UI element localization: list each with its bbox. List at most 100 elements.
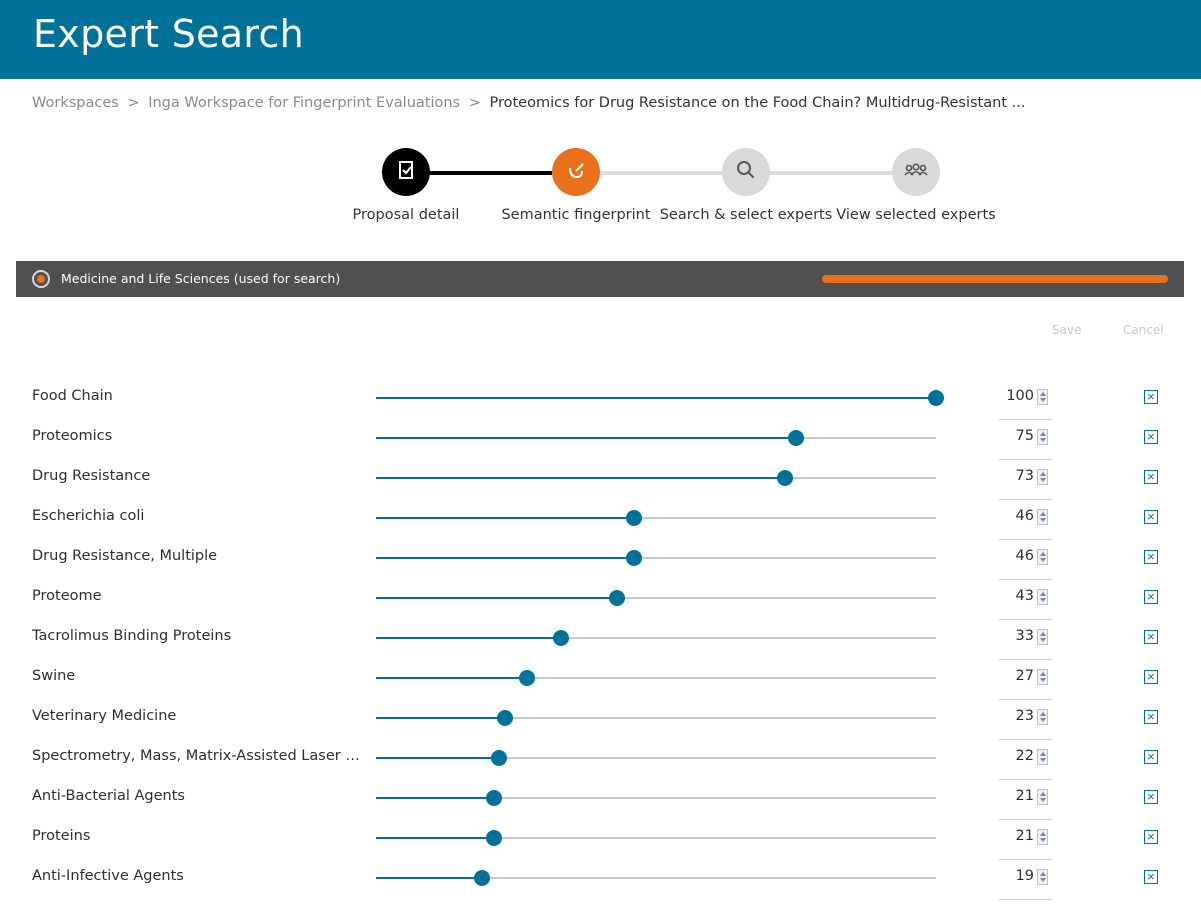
slider-handle[interactable] xyxy=(485,830,502,846)
weight-value: 33 xyxy=(1015,628,1034,644)
concept-weight-slider[interactable] xyxy=(376,710,936,726)
remove-concept-button[interactable]: × xyxy=(1144,590,1158,604)
remove-concept-button[interactable]: × xyxy=(1144,830,1158,844)
weight-number-input[interactable]: 23 xyxy=(999,705,1052,740)
cancel-button[interactable]: Cancel xyxy=(1123,323,1164,337)
concept-name: Proteins xyxy=(32,828,91,844)
weight-value: 19 xyxy=(1015,868,1034,884)
concept-row: Anti-Infective Agents 19 × xyxy=(0,868,1201,917)
slider-handle[interactable] xyxy=(496,710,513,726)
fingerprint-panel-header: Medicine and Life Sciences (used for sea… xyxy=(16,261,1184,297)
weight-number-input[interactable]: 21 xyxy=(999,825,1052,860)
close-icon: × xyxy=(1146,390,1156,403)
concept-name: Tacrolimus Binding Proteins xyxy=(32,628,232,644)
weight-number-input[interactable]: 46 xyxy=(999,505,1052,540)
weight-number-input[interactable]: 27 xyxy=(999,665,1052,700)
slider-fill xyxy=(376,437,796,439)
weight-number-input[interactable]: 100 xyxy=(999,385,1052,420)
concept-name: Anti-Infective Agents xyxy=(32,868,184,884)
slider-handle[interactable] xyxy=(928,390,944,406)
weight-number-input[interactable]: 43 xyxy=(999,585,1052,620)
concept-weight-slider[interactable] xyxy=(376,430,936,446)
slider-fill xyxy=(376,717,505,719)
breadcrumb-workspaces[interactable]: Workspaces xyxy=(32,95,119,111)
spinner-icon[interactable] xyxy=(1037,429,1048,445)
thesaurus-label: Medicine and Life Sciences (used for sea… xyxy=(61,271,341,286)
remove-concept-button[interactable]: × xyxy=(1144,750,1158,764)
slider-fill xyxy=(376,517,634,519)
concept-weight-slider[interactable] xyxy=(376,750,936,766)
spinner-icon[interactable] xyxy=(1037,509,1048,525)
thesaurus-radio[interactable] xyxy=(32,270,50,288)
spinner-icon[interactable] xyxy=(1037,469,1048,485)
slider-handle[interactable] xyxy=(788,430,804,446)
weight-number-input[interactable]: 33 xyxy=(999,625,1052,660)
slider-handle[interactable] xyxy=(474,870,491,886)
step-search-select-experts[interactable] xyxy=(722,148,770,196)
concept-weight-slider[interactable] xyxy=(376,590,936,606)
spinner-icon[interactable] xyxy=(1037,669,1048,685)
concept-weight-slider[interactable] xyxy=(376,790,936,806)
remove-concept-button[interactable]: × xyxy=(1144,550,1158,564)
step-label: View selected experts xyxy=(836,207,996,223)
spinner-icon[interactable] xyxy=(1037,549,1048,565)
spinner-icon[interactable] xyxy=(1037,869,1048,885)
spinner-icon[interactable] xyxy=(1037,829,1048,845)
step-view-selected-experts[interactable] xyxy=(892,148,940,196)
remove-concept-button[interactable]: × xyxy=(1144,870,1158,884)
remove-concept-button[interactable]: × xyxy=(1144,470,1158,484)
weight-number-input[interactable]: 75 xyxy=(999,425,1052,460)
slider-fill xyxy=(376,637,561,639)
close-icon: × xyxy=(1146,510,1156,523)
breadcrumb-separator: > xyxy=(468,95,481,111)
spinner-icon[interactable] xyxy=(1037,749,1048,765)
step-proposal-detail[interactable] xyxy=(382,148,430,196)
slider-handle[interactable] xyxy=(552,630,569,646)
weight-value: 21 xyxy=(1015,788,1034,804)
slider-handle[interactable] xyxy=(776,470,793,486)
close-icon: × xyxy=(1146,790,1156,803)
slider-handle[interactable] xyxy=(625,510,642,526)
close-icon: × xyxy=(1146,470,1156,483)
slider-handle[interactable] xyxy=(491,750,508,766)
remove-concept-button[interactable]: × xyxy=(1144,510,1158,524)
concept-weight-slider[interactable] xyxy=(376,390,944,406)
step-label: Semantic fingerprint xyxy=(501,207,651,223)
weight-number-input[interactable]: 46 xyxy=(999,545,1052,580)
weight-number-input[interactable]: 21 xyxy=(999,785,1052,820)
close-icon: × xyxy=(1146,750,1156,763)
remove-concept-button[interactable]: × xyxy=(1144,710,1158,724)
remove-concept-button[interactable]: × xyxy=(1144,630,1158,644)
concept-weight-slider[interactable] xyxy=(376,830,936,846)
slider-fill xyxy=(376,877,483,879)
concept-weight-slider[interactable] xyxy=(376,510,936,526)
breadcrumb-workspace[interactable]: Inga Workspace for Fingerprint Evaluatio… xyxy=(148,95,460,111)
close-icon: × xyxy=(1146,430,1156,443)
weight-number-input[interactable]: 22 xyxy=(999,745,1052,780)
close-icon: × xyxy=(1146,870,1156,883)
concept-weight-slider[interactable] xyxy=(376,670,936,686)
remove-concept-button[interactable]: × xyxy=(1144,430,1158,444)
step-semantic-fingerprint[interactable] xyxy=(552,148,600,196)
concept-name: Food Chain xyxy=(32,388,113,404)
weight-value: 46 xyxy=(1015,548,1034,564)
spinner-icon[interactable] xyxy=(1037,709,1048,725)
spinner-icon[interactable] xyxy=(1037,789,1048,805)
slider-handle[interactable] xyxy=(625,550,642,566)
concept-weight-slider[interactable] xyxy=(376,550,936,566)
concept-weight-slider[interactable] xyxy=(376,630,936,646)
weight-number-input[interactable]: 73 xyxy=(999,465,1052,500)
slider-handle[interactable] xyxy=(519,670,536,686)
concept-weight-slider[interactable] xyxy=(376,470,936,486)
save-button[interactable]: Save xyxy=(1052,323,1081,337)
spinner-icon[interactable] xyxy=(1037,629,1048,645)
weight-number-input[interactable]: 19 xyxy=(999,865,1052,900)
concept-weight-slider[interactable] xyxy=(376,870,936,886)
remove-concept-button[interactable]: × xyxy=(1144,390,1158,404)
slider-handle[interactable] xyxy=(608,590,625,606)
spinner-icon[interactable] xyxy=(1037,389,1048,405)
remove-concept-button[interactable]: × xyxy=(1144,790,1158,804)
slider-handle[interactable] xyxy=(485,790,502,806)
remove-concept-button[interactable]: × xyxy=(1144,670,1158,684)
spinner-icon[interactable] xyxy=(1037,589,1048,605)
